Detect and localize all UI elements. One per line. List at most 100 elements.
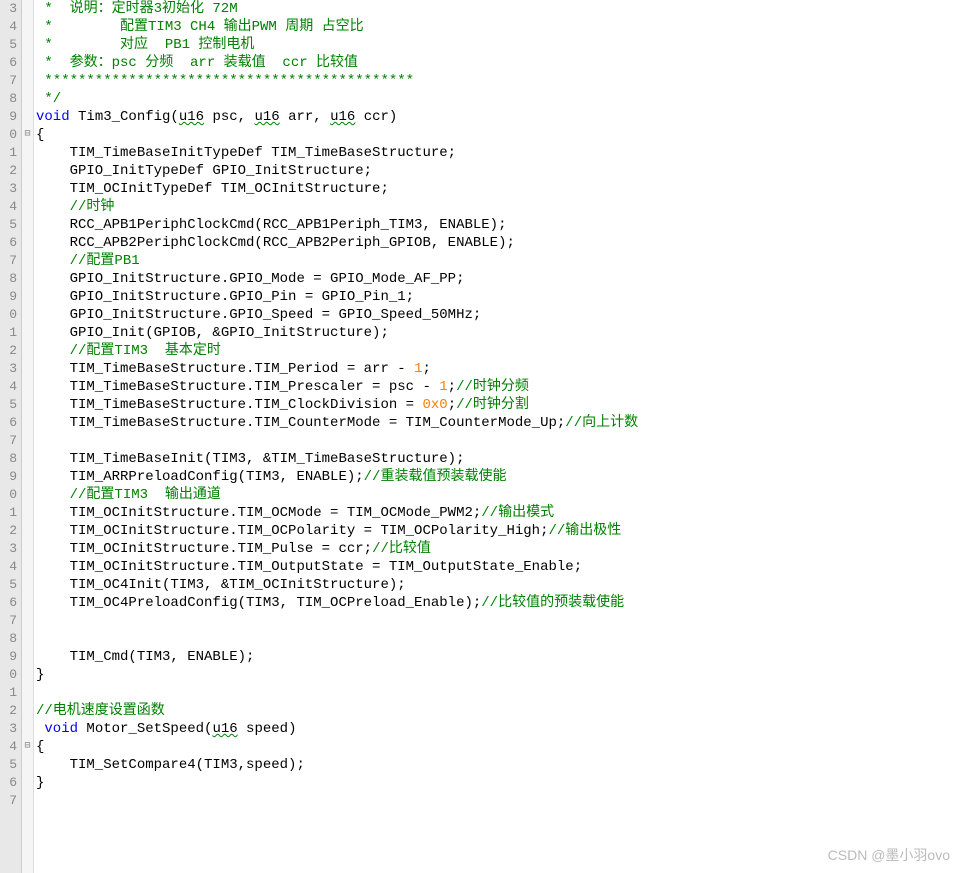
code-line[interactable]: TIM_TimeBaseInitTypeDef TIM_TimeBaseStru… <box>36 144 962 162</box>
fold-column: ⊟⊟ <box>22 0 34 873</box>
code-line[interactable]: GPIO_InitStructure.GPIO_Speed = GPIO_Spe… <box>36 306 962 324</box>
line-number: 4 <box>0 558 17 576</box>
code-line[interactable]: TIM_OCInitTypeDef TIM_OCInitStructure; <box>36 180 962 198</box>
code-editor-area[interactable]: * 说明：定时器3初始化 72M * 配置TIM3 CH4 输出PWM 周期 占… <box>34 0 962 873</box>
line-number: 6 <box>0 774 17 792</box>
code-line[interactable]: * 参数：psc 分频 arr 装载值 ccr 比较值 <box>36 54 962 72</box>
code-line[interactable]: //配置PB1 <box>36 252 962 270</box>
fold-marker <box>22 792 33 810</box>
code-line[interactable]: GPIO_InitTypeDef GPIO_InitStructure; <box>36 162 962 180</box>
line-number: 1 <box>0 684 17 702</box>
code-line[interactable]: void Motor_SetSpeed(u16 speed) <box>36 720 962 738</box>
fold-marker <box>22 630 33 648</box>
line-number: 9 <box>0 108 17 126</box>
fold-marker <box>22 378 33 396</box>
line-number: 7 <box>0 432 17 450</box>
code-line[interactable]: } <box>36 774 962 792</box>
fold-marker <box>22 252 33 270</box>
code-line[interactable]: TIM_TimeBaseInit(TIM3, &TIM_TimeBaseStru… <box>36 450 962 468</box>
code-line[interactable]: TIM_SetCompare4(TIM3,speed); <box>36 756 962 774</box>
code-line[interactable]: TIM_OCInitStructure.TIM_OCPolarity = TIM… <box>36 522 962 540</box>
fold-marker <box>22 198 33 216</box>
code-line[interactable]: TIM_TimeBaseStructure.TIM_Period = arr -… <box>36 360 962 378</box>
line-number-gutter: 3456789012345678901234567890123456789012… <box>0 0 22 873</box>
fold-marker <box>22 432 33 450</box>
code-line[interactable]: TIM_ARRPreloadConfig(TIM3, ENABLE);//重装载… <box>36 468 962 486</box>
code-line[interactable]: * 说明：定时器3初始化 72M <box>36 0 962 18</box>
code-line[interactable]: } <box>36 666 962 684</box>
code-line[interactable]: GPIO_InitStructure.GPIO_Pin = GPIO_Pin_1… <box>36 288 962 306</box>
line-number: 8 <box>0 630 17 648</box>
code-line[interactable]: //配置TIM3 基本定时 <box>36 342 962 360</box>
fold-marker[interactable]: ⊟ <box>22 126 33 144</box>
line-number: 7 <box>0 612 17 630</box>
code-line[interactable]: //电机速度设置函数 <box>36 702 962 720</box>
fold-marker <box>22 288 33 306</box>
code-line[interactable]: TIM_OCInitStructure.TIM_OutputState = TI… <box>36 558 962 576</box>
line-number: 0 <box>0 126 17 144</box>
code-line[interactable]: RCC_APB1PeriphClockCmd(RCC_APB1Periph_TI… <box>36 216 962 234</box>
fold-marker <box>22 234 33 252</box>
fold-marker <box>22 342 33 360</box>
fold-marker <box>22 216 33 234</box>
code-line[interactable]: RCC_APB2PeriphClockCmd(RCC_APB2Periph_GP… <box>36 234 962 252</box>
line-number: 6 <box>0 234 17 252</box>
fold-marker <box>22 666 33 684</box>
code-line[interactable]: TIM_OC4Init(TIM3, &TIM_OCInitStructure); <box>36 576 962 594</box>
fold-marker <box>22 774 33 792</box>
line-number: 7 <box>0 72 17 90</box>
code-line[interactable]: //配置TIM3 输出通道 <box>36 486 962 504</box>
fold-marker <box>22 144 33 162</box>
code-line[interactable] <box>36 684 962 702</box>
line-number: 8 <box>0 270 17 288</box>
code-line[interactable]: ****************************************… <box>36 72 962 90</box>
fold-marker <box>22 522 33 540</box>
code-line[interactable]: TIM_TimeBaseStructure.TIM_ClockDivision … <box>36 396 962 414</box>
fold-marker <box>22 648 33 666</box>
code-line[interactable]: TIM_Cmd(TIM3, ENABLE); <box>36 648 962 666</box>
code-line[interactable]: TIM_OCInitStructure.TIM_Pulse = ccr;//比较… <box>36 540 962 558</box>
code-line[interactable]: { <box>36 126 962 144</box>
fold-marker <box>22 414 33 432</box>
line-number: 0 <box>0 306 17 324</box>
line-number: 3 <box>0 720 17 738</box>
line-number: 4 <box>0 738 17 756</box>
code-line[interactable]: * 对应 PB1 控制电机 <box>36 36 962 54</box>
fold-marker <box>22 360 33 378</box>
fold-marker <box>22 684 33 702</box>
fold-marker <box>22 36 33 54</box>
code-line[interactable]: * 配置TIM3 CH4 输出PWM 周期 占空比 <box>36 18 962 36</box>
code-line[interactable]: void Tim3_Config(u16 psc, u16 arr, u16 c… <box>36 108 962 126</box>
code-line[interactable] <box>36 630 962 648</box>
code-line[interactable]: */ <box>36 90 962 108</box>
line-number: 5 <box>0 756 17 774</box>
code-line[interactable] <box>36 792 962 810</box>
fold-marker <box>22 306 33 324</box>
fold-marker <box>22 0 33 18</box>
fold-marker <box>22 756 33 774</box>
code-line[interactable]: TIM_TimeBaseStructure.TIM_CounterMode = … <box>36 414 962 432</box>
line-number: 3 <box>0 360 17 378</box>
line-number: 0 <box>0 486 17 504</box>
line-number: 8 <box>0 450 17 468</box>
code-line[interactable]: { <box>36 738 962 756</box>
code-line[interactable]: GPIO_InitStructure.GPIO_Mode = GPIO_Mode… <box>36 270 962 288</box>
code-line[interactable] <box>36 612 962 630</box>
code-line[interactable] <box>36 432 962 450</box>
line-number: 8 <box>0 90 17 108</box>
line-number: 6 <box>0 54 17 72</box>
fold-marker <box>22 396 33 414</box>
fold-marker[interactable]: ⊟ <box>22 738 33 756</box>
code-line[interactable]: TIM_OC4PreloadConfig(TIM3, TIM_OCPreload… <box>36 594 962 612</box>
fold-marker <box>22 468 33 486</box>
code-line[interactable]: TIM_TimeBaseStructure.TIM_Prescaler = ps… <box>36 378 962 396</box>
code-line[interactable]: TIM_OCInitStructure.TIM_OCMode = TIM_OCM… <box>36 504 962 522</box>
code-line[interactable]: GPIO_Init(GPIOB, &GPIO_InitStructure); <box>36 324 962 342</box>
line-number: 5 <box>0 36 17 54</box>
code-line[interactable]: //时钟 <box>36 198 962 216</box>
fold-marker <box>22 162 33 180</box>
fold-marker <box>22 270 33 288</box>
line-number: 2 <box>0 702 17 720</box>
fold-marker <box>22 90 33 108</box>
fold-marker <box>22 504 33 522</box>
